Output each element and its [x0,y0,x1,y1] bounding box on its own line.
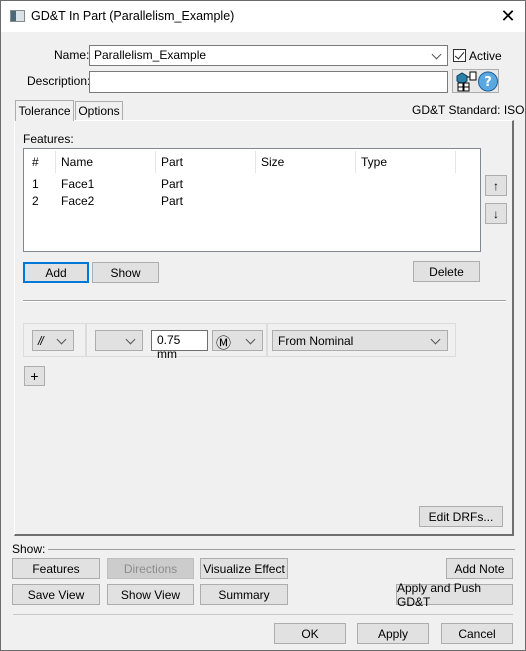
tab-options-label: Options [78,104,120,118]
column-header-type[interactable]: Type [361,155,387,169]
name-value: Parallelism_Example [94,48,207,62]
add-segment-button[interactable]: + [24,366,45,386]
description-input[interactable] [89,71,448,93]
plus-icon: + [30,368,39,384]
row-part: Part [161,177,184,191]
zone-mode-dropdown[interactable]: From Nominal [272,330,448,351]
column-separator[interactable] [455,151,456,173]
save-view-button[interactable]: Save View [12,584,100,605]
chevron-down-icon [245,334,256,345]
column-header-part[interactable]: Part [161,155,183,169]
arrow-down-icon: ↓ [493,206,499,221]
active-label: Active [469,49,502,63]
column-separator[interactable] [355,151,356,173]
column-separator[interactable] [55,151,56,173]
add-note-button[interactable]: Add Note [446,558,513,579]
tab-tolerance[interactable]: Tolerance [15,100,74,121]
table-row[interactable]: 1 Face1 Part [24,176,480,193]
ok-button[interactable]: OK [274,623,346,644]
gdt-standard-label: GD&T Standard: ISO [412,103,525,117]
zone-mode-value: From Nominal [278,334,354,348]
table-row[interactable]: 2 Face2 Part [24,193,480,210]
features-list-header: # Name Part Size Type [24,149,480,175]
row-name: Face1 [61,177,95,191]
row-number: 2 [32,194,39,208]
name-combo[interactable]: Parallelism_Example [89,45,448,66]
chevron-down-icon [431,49,442,60]
row-part: Part [161,194,184,208]
parallelism-icon: // [38,334,44,348]
close-icon: ✕ [500,5,516,26]
column-header-size[interactable]: Size [261,155,284,169]
move-up-button[interactable]: ↑ [485,175,507,196]
summary-button[interactable]: Summary [200,584,288,605]
show-features-button[interactable]: Features [12,558,100,579]
apply-button[interactable]: Apply [357,623,429,644]
move-down-button[interactable]: ↓ [485,203,507,224]
chevron-down-icon [56,334,67,345]
column-header-name[interactable]: Name [61,155,93,169]
features-list[interactable]: # Name Part Size Type 1 Face1 Part 2 Fac… [23,148,481,252]
chevron-down-icon [125,334,136,345]
separator-highlight [23,301,506,302]
description-label: Description: [27,74,91,88]
show-view-button[interactable]: Show View [107,584,194,605]
tab-options[interactable]: Options [75,101,123,120]
tab-tolerance-label: Tolerance [18,104,71,118]
close-button[interactable]: ✕ [491,1,525,31]
tolerance-value: 0.75 mm [157,333,181,361]
delete-feature-button[interactable]: Delete [413,261,480,282]
row-number: 1 [32,177,39,191]
toolbar-buttons: ? [452,69,499,93]
apply-and-push-button[interactable]: Apply and Push GD&T [396,581,513,609]
active-checkbox[interactable] [453,49,466,62]
help-icon[interactable]: ? [477,71,499,92]
visualize-effect-button[interactable]: Visualize Effect [200,558,288,579]
mmc-modifier-icon: Ⓜ [216,334,232,352]
svg-text:?: ? [484,75,492,90]
app-icon [10,10,25,22]
footer-separator [13,614,513,615]
show-feature-button[interactable]: Show [92,262,159,283]
chevron-down-icon [430,334,441,345]
add-feature-button[interactable]: Add [23,262,89,283]
datum-scheme-icon[interactable] [455,71,477,92]
column-separator[interactable] [255,151,256,173]
name-label: Name: [54,48,90,62]
edit-drfs-button[interactable]: Edit DRFs... [419,506,503,527]
column-separator[interactable] [155,151,156,173]
column-header-number[interactable]: # [32,155,39,169]
material-modifier-dropdown[interactable]: Ⓜ [212,330,263,352]
cancel-button[interactable]: Cancel [441,623,513,644]
show-section-label: Show: [12,542,46,556]
arrow-up-icon: ↑ [493,178,499,193]
characteristic-symbol-dropdown[interactable]: // [32,330,74,351]
window-title: GD&T In Part (Parallelism_Example) [31,9,235,23]
diameter-modifier-dropdown[interactable] [95,330,143,351]
gdt-dialog: GD&T In Part (Parallelism_Example) ✕ Nam… [0,0,526,651]
row-name: Face2 [61,194,95,208]
tolerance-value-input[interactable]: 0.75 mm [151,330,208,361]
show-directions-button[interactable]: Directions [107,558,194,579]
show-separator [48,549,515,550]
features-label: Features: [23,132,74,146]
title-bar: GD&T In Part (Parallelism_Example) ✕ [1,1,525,32]
